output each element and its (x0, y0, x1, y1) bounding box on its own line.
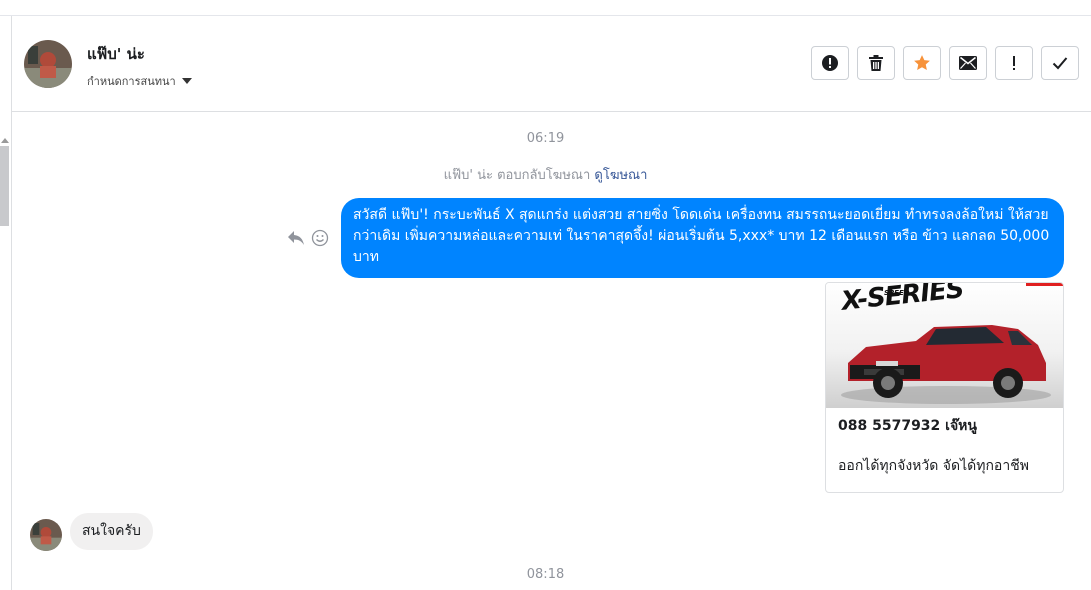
chevron-down-icon (181, 78, 192, 84)
message-tools (287, 229, 329, 247)
ad-card-title: 088 5577932 เจ๊หนู (838, 418, 977, 434)
contact-name[interactable]: แฟ๊บ' น่ะ (87, 42, 145, 66)
trash-icon (869, 55, 883, 71)
envelope-icon (959, 56, 977, 70)
view-ad-link[interactable]: ดูโฆษณา (594, 168, 647, 183)
emoji-reaction-icon[interactable] (311, 229, 329, 247)
incoming-message-bubble[interactable]: สนใจครับ (70, 513, 153, 550)
ad-reply-notice: แฟ๊บ' น่ะ ตอบกลับโฆษณา ดูโฆษณา (0, 164, 1091, 185)
conversation-list-edge (0, 16, 12, 590)
conversation-settings-dropdown[interactable]: กำหนดการสนทนา (87, 72, 192, 90)
mark-important-button[interactable] (995, 46, 1033, 80)
delete-button[interactable] (857, 46, 895, 80)
outgoing-message-bubble[interactable]: สวัสดี แฟ๊บ'! กระบะพันธ์ X สุดแกร่ง แต่ง… (341, 198, 1064, 278)
report-button[interactable] (811, 46, 849, 80)
avatar[interactable] (24, 40, 72, 88)
alert-circle-icon (822, 55, 838, 71)
top-bar (0, 0, 1091, 16)
star-icon (914, 55, 930, 70)
reply-icon[interactable] (287, 230, 305, 246)
exclamation-icon (1013, 56, 1015, 70)
header-actions (811, 46, 1079, 80)
conversation-header: แฟ๊บ' น่ะ กำหนดการสนทนา (12, 16, 1091, 112)
mark-done-button[interactable] (1041, 46, 1079, 80)
star-button[interactable] (903, 46, 941, 80)
ad-card-image[interactable]: SPEED X-SERIES (826, 283, 1063, 408)
scrollbar-thumb[interactable] (0, 146, 9, 226)
conversation-settings-label: กำหนดการสนทนา (87, 75, 176, 88)
timestamp: 06:19 (526, 131, 565, 146)
timestamp: 08:18 (526, 567, 565, 582)
mark-unread-button[interactable] (949, 46, 987, 80)
check-icon (1052, 57, 1068, 70)
ad-reply-notice-text: แฟ๊บ' น่ะ ตอบกลับโฆษณา (443, 168, 591, 183)
ad-card[interactable]: SPEED X-SERIES 088 5577932 เจ๊หนู ออกได้… (825, 282, 1064, 493)
sender-avatar[interactable] (30, 519, 62, 551)
ad-card-description: ออกได้ทุกจังหวัด จัดได้ทุกอาชีพ (838, 458, 1029, 474)
